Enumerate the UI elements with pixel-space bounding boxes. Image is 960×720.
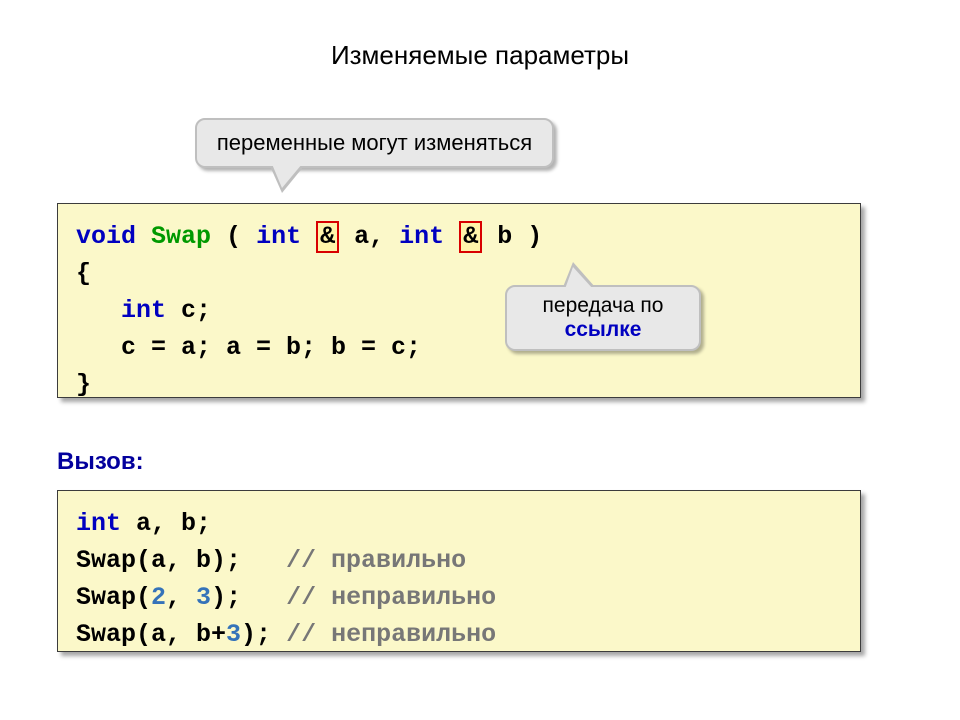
slide-title: Изменяемые параметры: [0, 0, 960, 71]
brace-close: }: [76, 370, 91, 399]
literal-3: 3: [196, 583, 211, 612]
callout-variables-can-change: переменные могут изменяться: [195, 118, 554, 168]
callout-line-1: передача по: [543, 294, 664, 318]
callout-line-2: ссылке: [565, 318, 642, 342]
keyword-void: void: [76, 222, 136, 251]
literal-3b: 3: [226, 620, 241, 649]
call-1: Swap(a, b);: [76, 546, 241, 575]
call-2-end: );: [211, 583, 241, 612]
comment-correct: // правильно: [286, 546, 466, 575]
comment-wrong-1: // неправильно: [286, 583, 496, 612]
param-b: b ): [497, 222, 542, 251]
keyword-int: int: [399, 222, 444, 251]
callout-pass-by-reference: передача по ссылке: [505, 285, 701, 351]
ref-amp-2: &: [459, 221, 482, 253]
swap-body: c = a; a = b; b = c;: [121, 333, 421, 362]
keyword-int: int: [76, 509, 121, 538]
func-name-swap: Swap: [151, 222, 211, 251]
sub-heading-call: Вызов:: [57, 448, 144, 476]
ref-amp-1: &: [316, 221, 339, 253]
var-c: c;: [181, 296, 211, 325]
literal-2: 2: [151, 583, 166, 612]
keyword-int: int: [256, 222, 301, 251]
call-3-end: );: [241, 620, 271, 649]
code-block-call-examples: int a, b; Swap(a, b); // правильно Swap(…: [57, 490, 861, 652]
call-2-pre: Swap(: [76, 583, 151, 612]
call-2-mid: ,: [166, 583, 196, 612]
comment-wrong-2: // неправильно: [286, 620, 496, 649]
code-block-swap-definition: void Swap ( int & a, int & b ) { int c; …: [57, 203, 861, 398]
decl-ab: a, b;: [136, 509, 211, 538]
keyword-int: int: [121, 296, 166, 325]
param-a: a,: [354, 222, 384, 251]
brace-open: {: [76, 259, 91, 288]
call-3-pre: Swap(a, b+: [76, 620, 226, 649]
